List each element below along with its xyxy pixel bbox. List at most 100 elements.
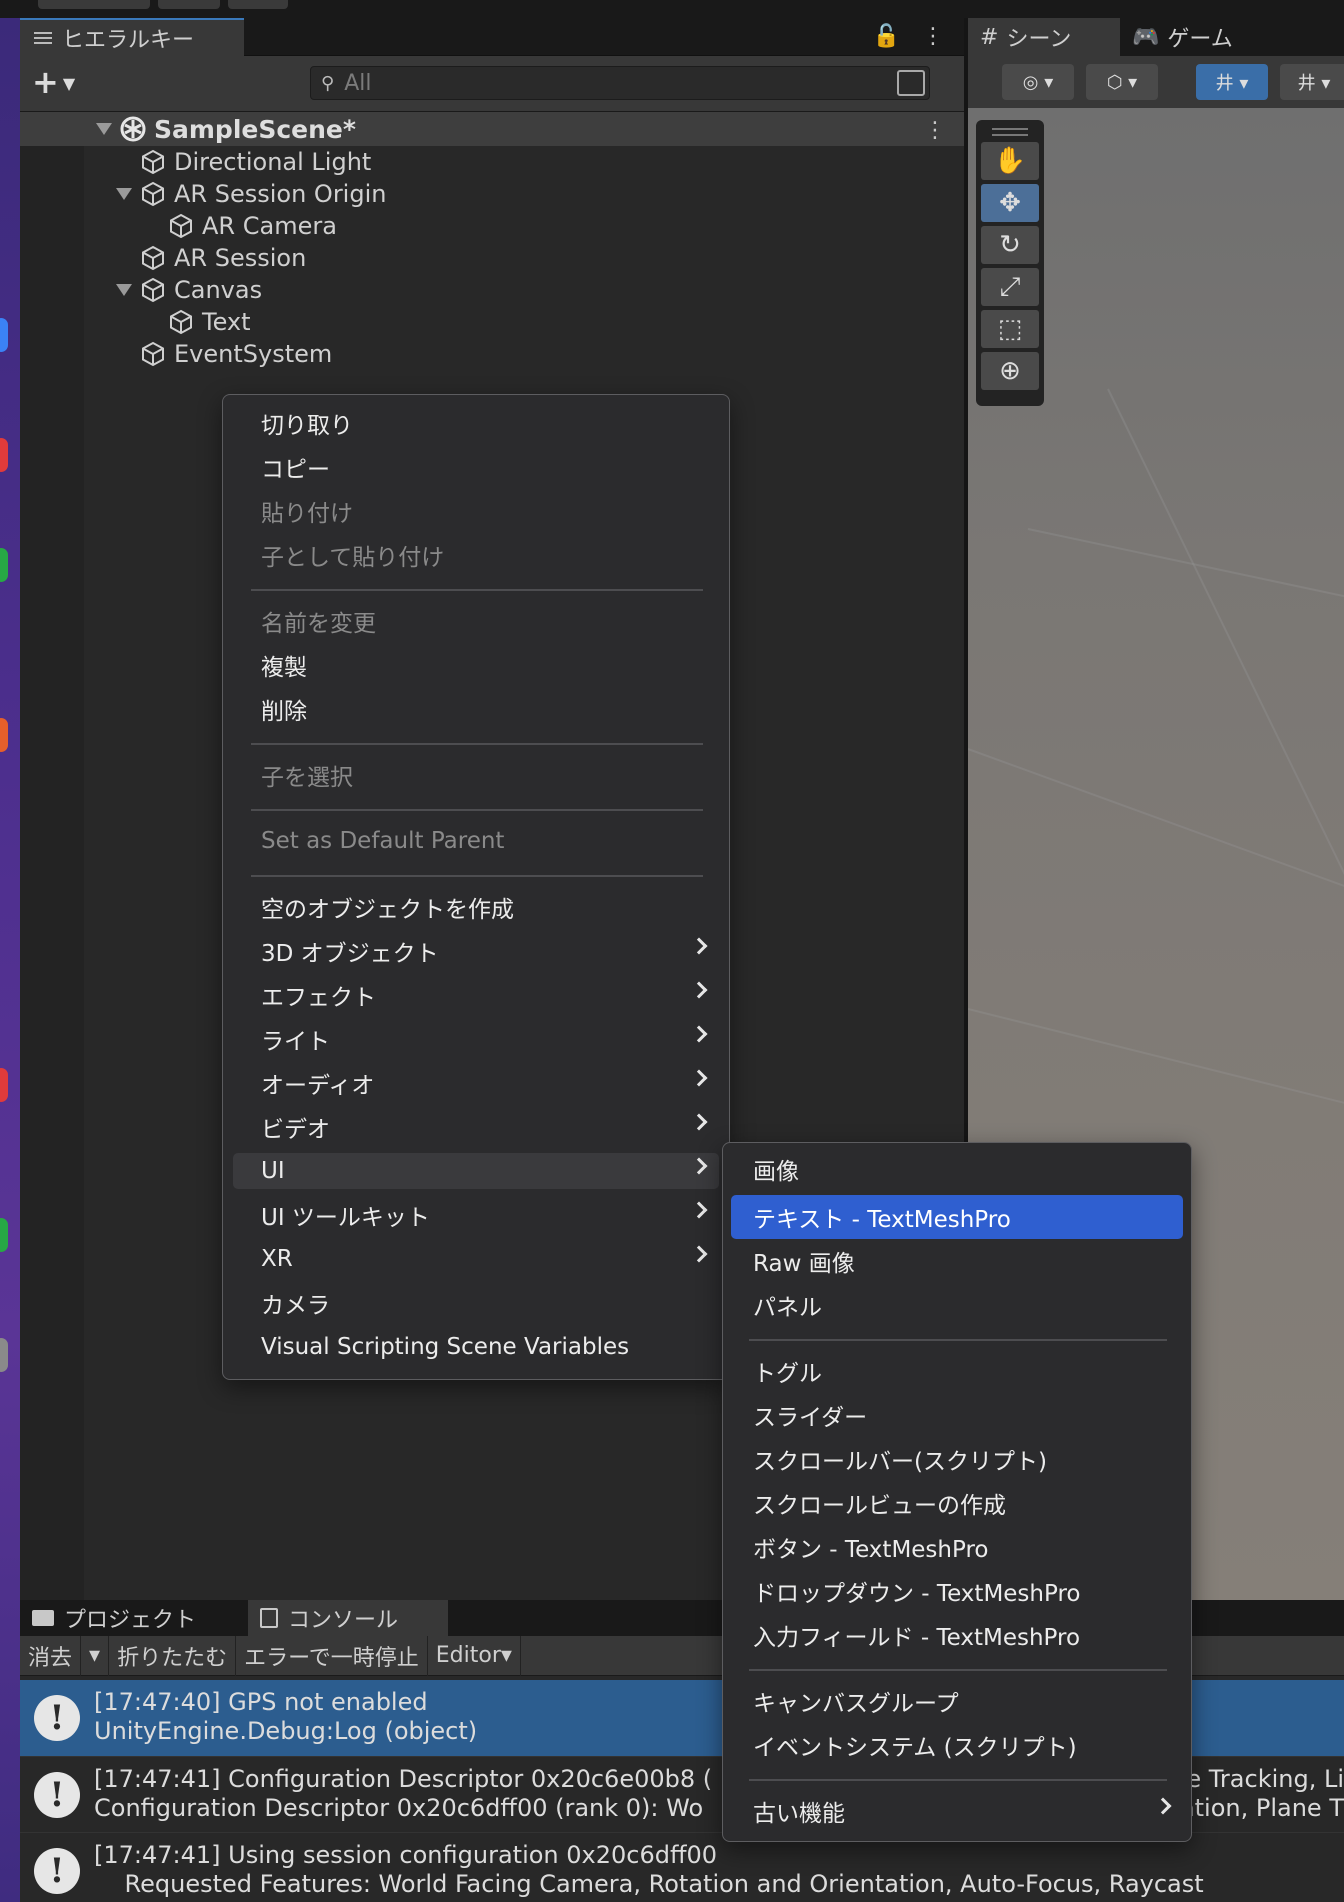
menu-item-create-empty[interactable]: 空のオブジェクトを作成 bbox=[233, 889, 719, 925]
rect-tool-icon[interactable]: ⬚ bbox=[981, 310, 1039, 348]
console-log-entry[interactable]: ! [17:47:41] Using session configuration… bbox=[20, 1832, 1344, 1902]
dock-icon[interactable] bbox=[0, 438, 8, 472]
dock-icon[interactable] bbox=[0, 1338, 8, 1372]
transform-tool-icon[interactable]: ⊕ bbox=[981, 352, 1039, 390]
tab-console[interactable]: コンソール bbox=[248, 1600, 448, 1636]
menu-item-label: イベントシステム (スクリプト) bbox=[753, 1735, 1077, 1761]
submenu-item-button-textmeshpro[interactable]: ボタン - TextMeshPro bbox=[731, 1529, 1183, 1565]
tree-item-event-system[interactable]: EventSystem bbox=[140, 338, 332, 370]
menu-item-label: スライダー bbox=[753, 1405, 868, 1431]
dock-icon[interactable] bbox=[0, 318, 8, 352]
grid-snap-button[interactable]: 井 ▾ bbox=[1196, 64, 1268, 100]
dock-icon[interactable] bbox=[0, 548, 8, 582]
submenu-item-scrollbar[interactable]: スクロールバー(スクリプト) bbox=[731, 1441, 1183, 1477]
tree-item-label: Canvas bbox=[174, 276, 263, 304]
menu-item-copy[interactable]: コピー bbox=[233, 449, 719, 485]
tab-game[interactable]: 🎮 ゲーム bbox=[1120, 18, 1270, 56]
search-icon: ⚲ bbox=[321, 72, 335, 94]
info-icon: ! bbox=[34, 1695, 80, 1741]
rotate-tool-icon[interactable]: ↻ bbox=[981, 226, 1039, 264]
tree-item-ar-session[interactable]: AR Session bbox=[140, 242, 306, 274]
menu-item-select-children[interactable]: 子を選択 bbox=[233, 757, 719, 793]
scale-tool-icon[interactable]: ⤢ bbox=[981, 268, 1039, 306]
log-line1: [17:47:41] Using session configuration 0… bbox=[94, 1841, 718, 1869]
draw-mode-button[interactable]: ◎ ▾ bbox=[1002, 64, 1074, 100]
clear-dropdown[interactable]: ▾ bbox=[81, 1635, 110, 1676]
tree-item-label: AR Session Origin bbox=[174, 180, 387, 208]
collapse-toggle[interactable]: 折りたたむ bbox=[109, 1635, 237, 1676]
search-placeholder: All bbox=[344, 70, 372, 96]
create-button[interactable]: + ▼ bbox=[32, 66, 75, 100]
increment-snap-button[interactable]: 井 ▾ bbox=[1280, 64, 1344, 100]
menu-item-light[interactable]: ライト bbox=[233, 1021, 719, 1057]
expand-arrow-icon[interactable] bbox=[116, 284, 132, 296]
submenu-item-scroll-view[interactable]: スクロールビューの作成 bbox=[731, 1485, 1183, 1521]
menu-item-xr[interactable]: XR bbox=[233, 1241, 719, 1277]
chevron-right-icon bbox=[690, 981, 708, 999]
submenu-item-image[interactable]: 画像 bbox=[731, 1151, 1183, 1187]
toolbar-button-stub[interactable] bbox=[38, 0, 150, 9]
grid-icon: # bbox=[980, 24, 999, 50]
menu-item-paste-as-child[interactable]: 子として貼り付け bbox=[233, 537, 719, 573]
submenu-item-raw-image[interactable]: Raw 画像 bbox=[731, 1243, 1183, 1279]
move-tool-icon[interactable]: ✥ bbox=[981, 184, 1039, 222]
tab-hierarchy[interactable]: ヒエラルキー bbox=[20, 18, 244, 56]
tree-item-directional-light[interactable]: Directional Light bbox=[140, 146, 371, 178]
tab-scene[interactable]: # シーン bbox=[968, 18, 1120, 56]
scene-row[interactable]: SampleScene* ⋮ bbox=[20, 112, 964, 146]
error-pause-toggle[interactable]: エラーで一時停止 bbox=[236, 1635, 428, 1676]
toolbar-button-stub[interactable] bbox=[158, 0, 220, 9]
toolbar-button-stub[interactable] bbox=[228, 0, 288, 9]
submenu-item-text-textmeshpro[interactable]: テキスト - TextMeshPro bbox=[731, 1195, 1183, 1239]
tree-item-text[interactable]: Text bbox=[168, 306, 251, 338]
submenu-item-legacy[interactable]: 古い機能 bbox=[731, 1793, 1183, 1829]
lock-icon[interactable]: 🔓 bbox=[873, 24, 900, 49]
clear-button[interactable]: 消去 bbox=[20, 1635, 82, 1676]
shading-button[interactable]: ⬡ ▾ bbox=[1086, 64, 1158, 100]
menu-item-duplicate[interactable]: 複製 bbox=[233, 647, 719, 683]
menu-item-video[interactable]: ビデオ bbox=[233, 1109, 719, 1145]
hand-tool-icon[interactable]: ✋ bbox=[981, 142, 1039, 180]
menu-separator bbox=[749, 1669, 1167, 1671]
hierarchy-context-menu: 切り取り コピー 貼り付け 子として貼り付け 名前を変更 複製 削除 子を選択 … bbox=[222, 394, 730, 1380]
menu-item-set-default-parent[interactable]: Set as Default Parent bbox=[233, 823, 719, 859]
menu-item-rename[interactable]: 名前を変更 bbox=[233, 603, 719, 639]
expand-arrow-icon[interactable] bbox=[116, 188, 132, 200]
submenu-item-panel[interactable]: パネル bbox=[731, 1287, 1183, 1323]
tree-item-ar-session-origin[interactable]: AR Session Origin bbox=[116, 178, 386, 210]
tab-project[interactable]: プロジェクト bbox=[20, 1600, 246, 1636]
submenu-item-input-field-textmeshpro[interactable]: 入力フィールド - TextMeshPro bbox=[731, 1617, 1183, 1653]
submenu-item-toggle[interactable]: トグル bbox=[731, 1353, 1183, 1389]
palette-grip[interactable] bbox=[992, 128, 1028, 136]
search-input[interactable]: ⚲ All bbox=[310, 66, 930, 100]
chevron-right-icon bbox=[690, 1157, 708, 1175]
menu-item-ui[interactable]: UI bbox=[233, 1153, 719, 1189]
search-by-type-icon[interactable] bbox=[897, 70, 925, 96]
dock-icon[interactable] bbox=[0, 718, 8, 752]
menu-item-ui-toolkit[interactable]: UI ツールキット bbox=[233, 1197, 719, 1233]
tree-item-canvas[interactable]: Canvas bbox=[116, 274, 262, 306]
menu-item-effects[interactable]: エフェクト bbox=[233, 977, 719, 1013]
menu-item-paste[interactable]: 貼り付け bbox=[233, 493, 719, 529]
menu-item-label: UI bbox=[261, 1158, 285, 1184]
submenu-item-dropdown-textmeshpro[interactable]: ドロップダウン - TextMeshPro bbox=[731, 1573, 1183, 1609]
submenu-item-event-system[interactable]: イベントシステム (スクリプト) bbox=[731, 1727, 1183, 1763]
menu-item-label: 削除 bbox=[261, 699, 307, 725]
menu-item-audio[interactable]: オーディオ bbox=[233, 1065, 719, 1101]
submenu-item-canvas-group[interactable]: キャンバスグループ bbox=[731, 1683, 1183, 1719]
scene-more-icon[interactable]: ⋮ bbox=[924, 118, 946, 143]
menu-item-cut[interactable]: 切り取り bbox=[233, 405, 719, 441]
gameobject-cube-icon bbox=[170, 309, 192, 335]
menu-item-label: オーディオ bbox=[261, 1073, 375, 1099]
menu-item-camera[interactable]: カメラ bbox=[233, 1285, 719, 1321]
editor-dropdown[interactable]: Editor ▾ bbox=[428, 1635, 521, 1676]
tree-item-ar-camera[interactable]: AR Camera bbox=[168, 210, 337, 242]
menu-item-3d-object[interactable]: 3D オブジェクト bbox=[233, 933, 719, 969]
submenu-item-slider[interactable]: スライダー bbox=[731, 1397, 1183, 1433]
menu-item-visual-scripting-scene-variables[interactable]: Visual Scripting Scene Variables bbox=[233, 1329, 719, 1365]
expand-arrow-icon[interactable] bbox=[96, 123, 112, 135]
dock-icon[interactable] bbox=[0, 1218, 8, 1252]
more-options-icon[interactable]: ⋮ bbox=[922, 24, 944, 49]
dock-icon[interactable] bbox=[0, 1068, 8, 1102]
menu-item-delete[interactable]: 削除 bbox=[233, 691, 719, 727]
